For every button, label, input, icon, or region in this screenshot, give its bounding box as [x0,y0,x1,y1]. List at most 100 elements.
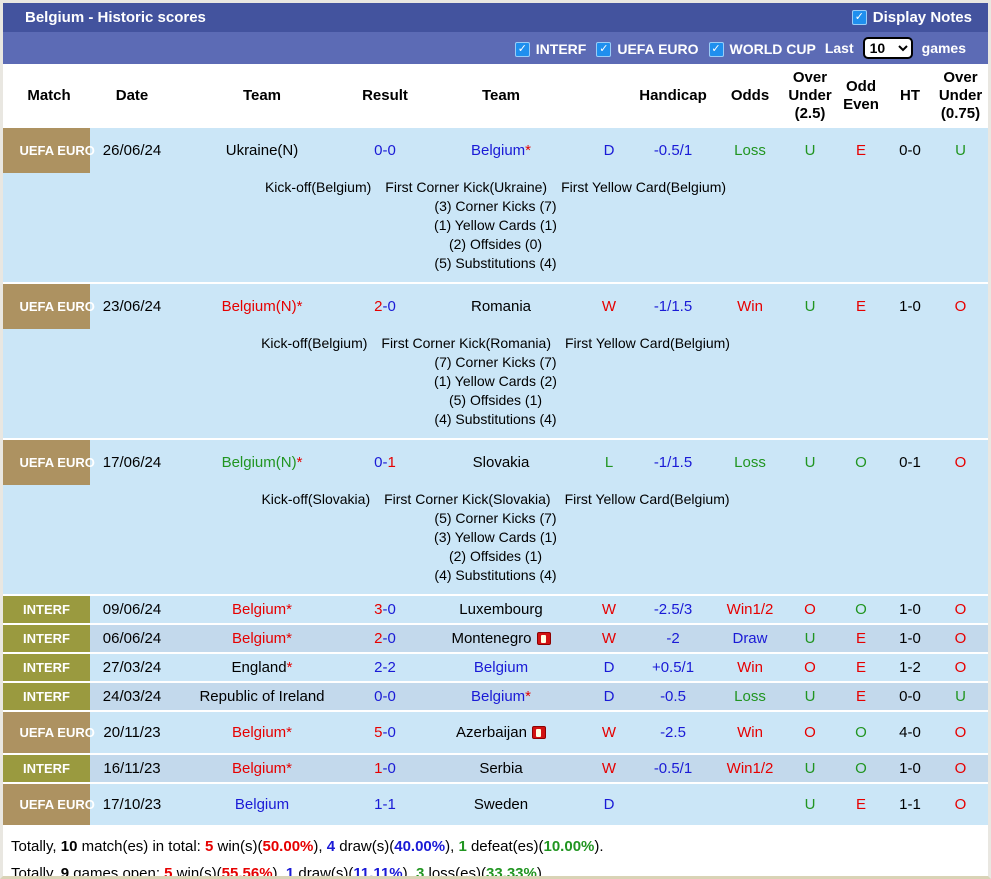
ht-cell: 0-0 [887,683,933,710]
home-score: 2 [374,659,382,676]
games-count-select[interactable]: 10 [863,37,913,59]
competition-badge-label: INTERF [20,761,74,776]
away-team-name: Serbia [479,760,522,777]
over-under-25-cell: U [785,128,835,173]
home-team-name: Republic of Ireland [199,688,324,705]
notes-stat-line: (3) Yellow Cards (1) [3,528,988,547]
over-under-25-cell: O [785,712,835,753]
away-score: 0 [388,760,396,777]
over-under-075-cell: O [933,654,988,681]
summary-segment: defeat(es)( [467,838,544,855]
match-row: UEFA EURO17/06/24Belgium(N)*0-1SlovakiaL… [3,440,988,485]
summary-segment: games open: [69,865,164,879]
filter-world-cup[interactable]: ✓ WORLD CUP [709,41,816,57]
away-team-name: Romania [471,298,531,315]
away-score: 0 [388,298,396,315]
notes-firsts: Kick-off(Belgium)First Corner Kick(Roman… [3,334,988,353]
summary-segment: ), [445,838,458,855]
odds-cell: Win [715,712,785,753]
home-score: 5 [374,724,382,741]
match-row: INTERF16/11/23Belgium*1-0SerbiaW-0.5/1Wi… [3,755,988,782]
result-cell: 1-1 [355,784,415,825]
filter-interf[interactable]: ✓INTERF [515,41,587,57]
summary-segment: draw(s)( [335,838,394,855]
checkbox-icon[interactable]: ✓ [709,42,724,57]
competition-badge-label: UEFA EURO [20,797,74,812]
odds-cell: Loss [715,128,785,173]
date-cell: 24/03/24 [95,683,169,710]
date-cell: 17/06/24 [95,440,169,485]
notes-stat-line: (2) Offsides (1) [3,547,988,566]
filter-label: UEFA EURO [617,41,698,57]
home-score: 0 [374,454,382,471]
home-team-name: Ukraine(N) [226,142,299,159]
match-group: UEFA EURO17/10/23Belgium1-1SwedenDUE1-1O [3,784,988,825]
summary-footer: Totally, 10 match(es) in total: 5 win(s)… [3,827,988,879]
summary-segment: ), [273,865,286,879]
date-cell: 17/10/23 [95,784,169,825]
notes-stat-line: (4) Substitutions (4) [3,410,988,429]
match-cell: UEFA EURO [3,128,95,173]
column-header: Over Under (0.75) [933,69,988,123]
match-row: INTERF06/06/24Belgium*2-0MontenegroW-2Dr… [3,625,988,652]
filter-uefa-euro[interactable]: ✓ UEFA EURO [596,41,698,57]
competition-badge: INTERF [3,596,90,623]
over-under-25-cell: U [785,284,835,329]
odds-cell: Win1/2 [715,755,785,782]
date-cell: 16/11/23 [95,755,169,782]
match-group: INTERF16/11/23Belgium*1-0SerbiaW-0.5/1Wi… [3,755,988,782]
display-notes-checkbox-icon[interactable]: ✓ [852,10,867,25]
over-under-075-cell: O [933,784,988,825]
competition-badge-label: UEFA EURO [20,725,74,740]
summary-segment: win(s)( [173,865,222,879]
star-marker: * [286,724,292,741]
column-header: Match [3,87,95,105]
over-under-075-cell: O [933,284,988,329]
checkbox-icon[interactable]: ✓ [515,42,530,57]
date-cell: 20/11/23 [95,712,169,753]
match-group: UEFA EURO17/06/24Belgium(N)*0-1SlovakiaL… [3,440,988,594]
summary-segment: ). [594,838,603,855]
odd-even-cell: E [835,284,887,329]
star-marker: * [525,142,531,159]
odds-cell: Win1/2 [715,596,785,623]
competition-badge: INTERF [3,683,90,710]
result-cell: 0-0 [355,683,415,710]
match-notes: Kick-off(Slovakia)First Corner Kick(Slov… [3,485,988,594]
checkbox-icon[interactable]: ✓ [596,42,611,57]
column-header: Odd Even [835,78,887,114]
competition-badge-label: UEFA EURO [20,455,74,470]
competition-badge-label: UEFA EURO [20,299,74,314]
handicap-cell: -2.5/3 [631,596,715,623]
red-card-icon [537,632,551,645]
notes-stat-line: (7) Corner Kicks (7) [3,353,988,372]
over-under-075-cell: O [933,712,988,753]
away-score: 0 [388,688,396,705]
handicap-cell: -0.5/1 [631,755,715,782]
handicap-cell [631,784,715,825]
match-cell: UEFA EURO [3,284,95,329]
notes-first-item: First Corner Kick(Slovakia) [384,491,550,507]
last-label: Last [825,40,854,56]
odd-even-cell: E [835,683,887,710]
competition-badge-label: UEFA EURO [20,143,74,158]
away-score: 1 [388,454,396,471]
match-cell: UEFA EURO [3,440,95,485]
summary-segment: Totally, [11,838,61,855]
result-cell: 2-2 [355,654,415,681]
odd-even-cell: O [835,712,887,753]
column-header: Date [95,87,169,105]
star-marker: * [525,688,531,705]
column-header: Team [169,87,355,105]
match-row: UEFA EURO20/11/23Belgium*5-0AzerbaijanW-… [3,712,988,753]
match-notes: Kick-off(Belgium)First Corner Kick(Roman… [3,329,988,438]
result-letter: L [587,440,631,485]
away-team: Belgium [415,654,587,681]
result-letter: W [587,712,631,753]
result-cell: 2-0 [355,284,415,329]
result-cell: 3-0 [355,596,415,623]
odd-even-cell: E [835,128,887,173]
match-group: UEFA EURO26/06/24Ukraine(N)0-0Belgium*D-… [3,128,988,282]
display-notes-toggle[interactable]: ✓ Display Notes [852,9,972,26]
filter-label: WORLD CUP [730,41,816,57]
